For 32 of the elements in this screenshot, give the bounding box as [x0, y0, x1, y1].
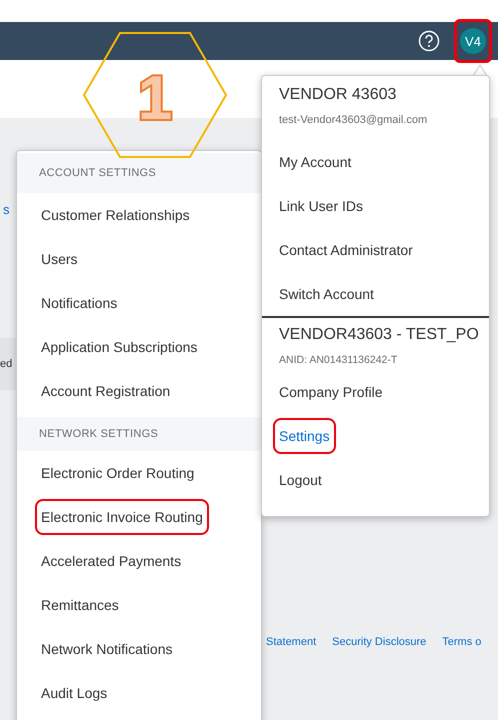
help-icon[interactable]: [418, 30, 440, 52]
footer-link[interactable]: Terms o: [442, 636, 482, 648]
step-callout: 1: [82, 31, 228, 159]
menu-item[interactable]: Electronic Invoice Routing: [35, 499, 209, 535]
section-heading: NETWORK SETTINGS: [39, 428, 158, 440]
menu-item[interactable]: Account Registration: [35, 373, 176, 409]
menu-item[interactable]: Customer Relationships: [35, 197, 196, 233]
section-heading: ACCOUNT SETTINGS: [39, 167, 156, 179]
footer-link[interactable]: Statement: [266, 636, 316, 648]
menu-item[interactable]: Remittances: [35, 587, 125, 623]
account-email: test-Vendor43603@gmail.com: [279, 114, 428, 126]
menu-item[interactable]: Notifications: [35, 285, 124, 321]
menu-item[interactable]: Application Subscriptions: [35, 329, 204, 365]
footer-link[interactable]: Security Disclosure: [332, 636, 426, 648]
menu-item[interactable]: Settings: [273, 418, 336, 454]
menu-item[interactable]: My Account: [273, 144, 358, 180]
menu-item[interactable]: Switch Account: [273, 276, 380, 312]
menu-item[interactable]: Accelerated Payments: [35, 543, 188, 579]
text-fragment: ed: [0, 358, 12, 370]
menu-item[interactable]: Audit Logs: [35, 675, 114, 711]
menu-item[interactable]: Users: [35, 241, 84, 277]
menu-item[interactable]: Link User IDs: [273, 188, 370, 224]
menu-item[interactable]: Contact Administrator: [273, 232, 419, 268]
company-anid: ANID: AN01431136242-T: [279, 354, 398, 366]
menu-item[interactable]: Network Notifications: [35, 631, 178, 667]
link-fragment[interactable]: s: [3, 202, 10, 217]
menu-item[interactable]: Electronic Order Routing: [35, 455, 200, 491]
menu-item[interactable]: Logout: [273, 462, 328, 498]
company-name: VENDOR43603 - TEST_PO: [279, 326, 479, 343]
menu-item[interactable]: Company Profile: [273, 374, 388, 410]
account-name: VENDOR 43603: [279, 86, 396, 103]
user-avatar[interactable]: V4: [460, 28, 486, 54]
